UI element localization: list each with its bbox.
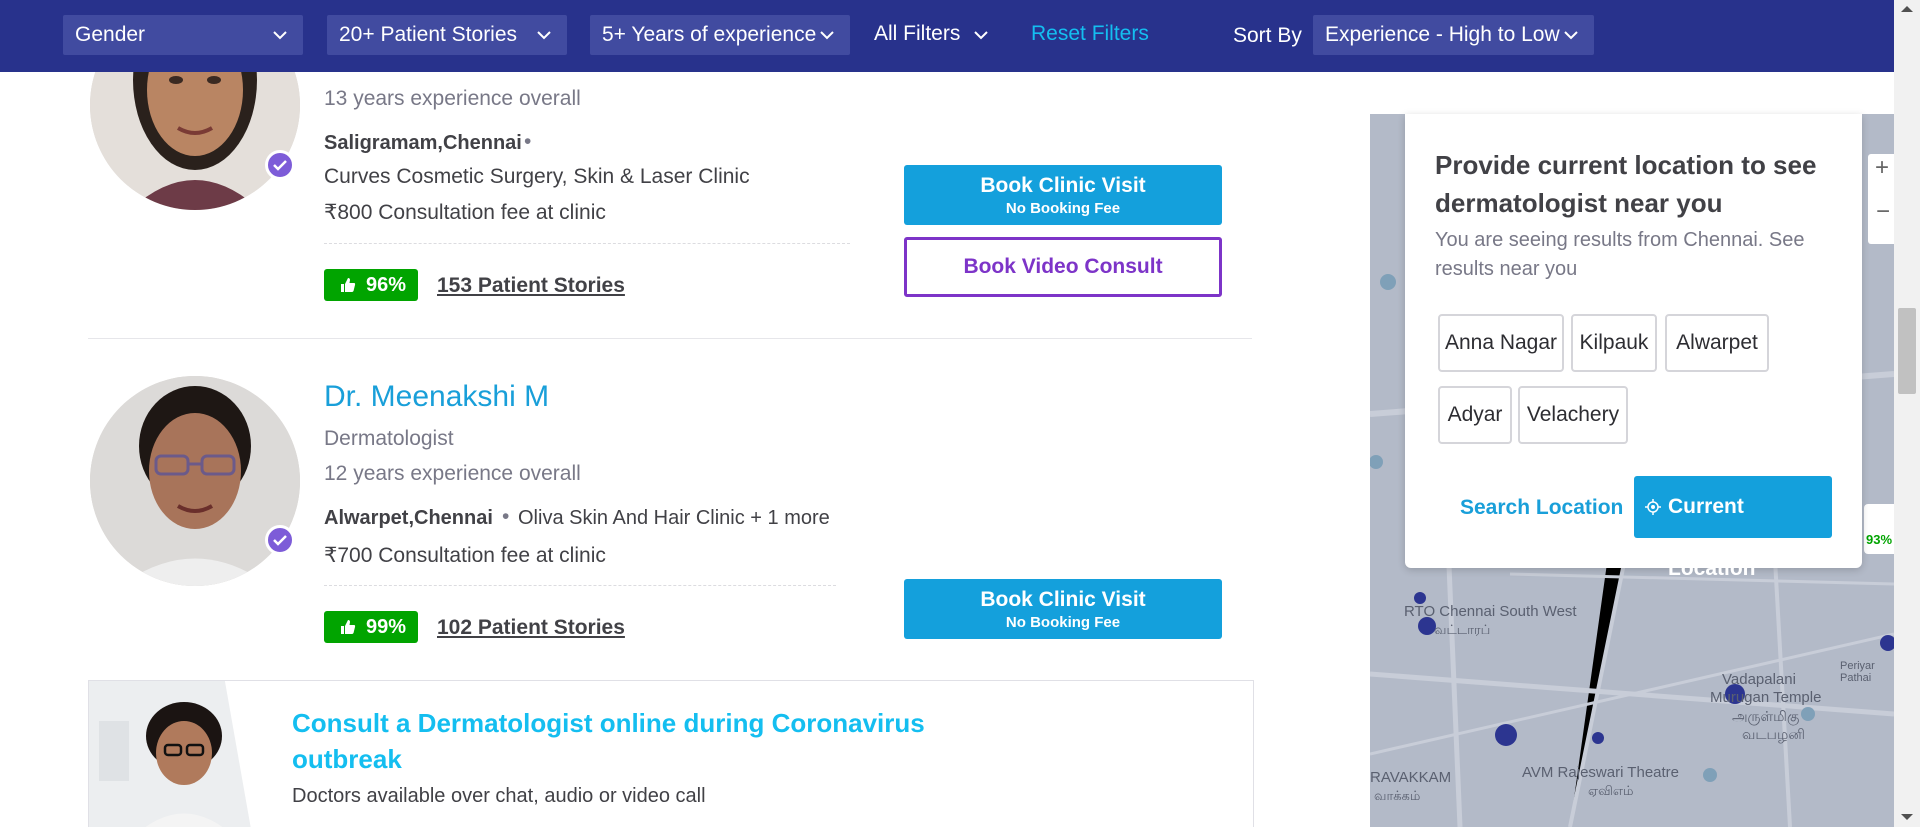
sort-dropdown-value: Experience - High to Low — [1325, 23, 1560, 46]
dotted-divider — [324, 243, 850, 244]
book-clinic-visit-label: Book Clinic Visit — [980, 174, 1146, 197]
map-label: வாக்கம் — [1374, 788, 1421, 803]
verified-badge — [265, 150, 295, 180]
no-booking-fee-label: No Booking Fee — [1005, 614, 1121, 631]
map-label: Murugan Temple — [1710, 689, 1822, 706]
book-clinic-visit-label: Book Clinic Visit — [980, 588, 1146, 611]
sort-by-label: Sort By — [1233, 24, 1302, 47]
banner-title[interactable]: Consult a Dermatologist online during Co… — [292, 705, 932, 777]
location-prompt-card: Provide current location to see dermatol… — [1405, 114, 1862, 580]
chevron-down-icon — [537, 31, 551, 40]
chevron-down-icon — [820, 31, 834, 40]
experience-dropdown[interactable]: 5+ Years of experience — [590, 15, 850, 55]
separator-dot: • — [524, 130, 532, 153]
current-location-button[interactable]: Current Location — [1634, 476, 1832, 580]
filter-bar: Gender 20+ Patient Stories 5+ Years of e… — [0, 0, 1894, 72]
chevron-down-icon — [273, 31, 287, 40]
map-rating-marker[interactable]: 93% — [1866, 532, 1892, 547]
thumbs-up-icon — [341, 620, 356, 634]
banner-subtitle: Doctors available over chat, audio or vi… — [292, 785, 706, 807]
locality-chip-velachery[interactable]: Velachery — [1518, 386, 1628, 444]
all-filters-button[interactable]: All Filters — [874, 15, 994, 55]
location-target-icon — [1645, 499, 1661, 515]
patient-stories-link[interactable]: 153 Patient Stories — [437, 274, 625, 298]
rating-badge: 99% — [324, 611, 419, 643]
map-label: அருள்மிகு — [1732, 708, 1800, 724]
book-video-consult-button[interactable]: Book Video Consult — [904, 237, 1222, 297]
clinic-name[interactable]: Curves Cosmetic Surgery, Skin & Laser Cl… — [324, 165, 750, 189]
doctor-photo[interactable] — [90, 376, 300, 586]
book-clinic-visit-button[interactable]: Book Clinic Visit No Booking Fee — [904, 579, 1222, 639]
rating-value: 96% — [366, 274, 407, 296]
doctor-location[interactable]: Alwarpet,Chennai — [324, 507, 493, 530]
doctor-location[interactable]: Saligramam,Chennai — [324, 132, 522, 155]
consult-online-banner[interactable]: Consult a Dermatologist online during Co… — [88, 680, 1254, 827]
patient-stories-link[interactable]: 102 Patient Stories — [437, 616, 625, 640]
verified-badge — [265, 525, 295, 555]
map-label: Vadapalani — [1722, 671, 1796, 688]
rating-value: 99% — [366, 616, 407, 638]
map-label: வடபழனி — [1742, 726, 1805, 742]
location-prompt-title: Provide current location to see dermatol… — [1435, 150, 1817, 218]
book-clinic-visit-button[interactable]: Book Clinic Visit No Booking Fee — [904, 165, 1222, 225]
separator-dot: • — [502, 505, 510, 528]
search-location-link[interactable]: Search Location — [1460, 496, 1623, 520]
map-label: வட்டாரப் — [1434, 622, 1491, 637]
gender-dropdown[interactable]: Gender — [63, 15, 303, 55]
locality-chip-adyar[interactable]: Adyar — [1438, 386, 1512, 444]
scrollbar-thumb[interactable] — [1898, 308, 1916, 394]
dotted-divider — [324, 585, 836, 586]
rating-badge: 96% — [324, 269, 419, 301]
map-label: RTO Chennai South West — [1404, 603, 1577, 620]
map-label: ஏவிஎம் — [1588, 783, 1634, 798]
doctor-experience: 12 years experience overall — [324, 462, 581, 485]
scroll-down-arrow-icon[interactable] — [1900, 812, 1914, 822]
zoom-in-button[interactable]: + — [1875, 154, 1889, 182]
patient-stories-dropdown[interactable]: 20+ Patient Stories — [327, 15, 567, 55]
chevron-down-icon — [1564, 31, 1578, 40]
current-location-label: Current Location — [1668, 495, 1756, 580]
consultation-fee: ₹800 Consultation fee at clinic — [324, 201, 606, 224]
scroll-up-arrow-icon[interactable] — [1900, 4, 1914, 14]
locality-chip-anna-nagar[interactable]: Anna Nagar — [1438, 314, 1564, 372]
doctor-experience: 13 years experience overall — [324, 87, 581, 110]
page-scrollbar[interactable] — [1894, 0, 1920, 827]
doctor-portrait — [90, 376, 300, 586]
chevron-down-icon — [974, 31, 988, 40]
patient-stories-dropdown-label: 20+ Patient Stories — [339, 23, 518, 46]
locality-chip-alwarpet[interactable]: Alwarpet — [1665, 314, 1769, 372]
no-booking-fee-label: No Booking Fee — [1005, 200, 1121, 217]
gender-dropdown-label: Gender — [75, 23, 146, 46]
location-prompt-subtitle: You are seeing results from Chennai. See… — [1435, 229, 1805, 280]
all-filters-label: All Filters — [874, 22, 961, 45]
check-icon — [273, 535, 287, 546]
check-icon — [273, 160, 287, 171]
card-divider — [88, 338, 1252, 339]
sort-dropdown[interactable]: Experience - High to Low — [1313, 15, 1594, 55]
locality-chip-kilpauk[interactable]: Kilpauk — [1571, 314, 1657, 372]
zoom-out-button[interactable]: − — [1876, 198, 1890, 226]
doctor-specialty: Dermatologist — [324, 427, 454, 450]
reset-filters-link[interactable]: Reset Filters — [1031, 15, 1149, 55]
map-label: RAVAKKAM — [1370, 769, 1452, 786]
thumbs-up-icon — [341, 278, 356, 292]
map-label: Periyar Pathai — [1840, 660, 1875, 684]
clinic-name[interactable]: Oliva Skin And Hair Clinic + 1 more — [518, 507, 830, 530]
consultation-fee: ₹700 Consultation fee at clinic — [324, 544, 606, 567]
map-label: AVM Rajeswari Theatre — [1522, 764, 1680, 781]
doctor-name-link[interactable]: Dr. Meenakshi M — [324, 380, 549, 414]
experience-dropdown-label: 5+ Years of experience — [602, 23, 817, 46]
